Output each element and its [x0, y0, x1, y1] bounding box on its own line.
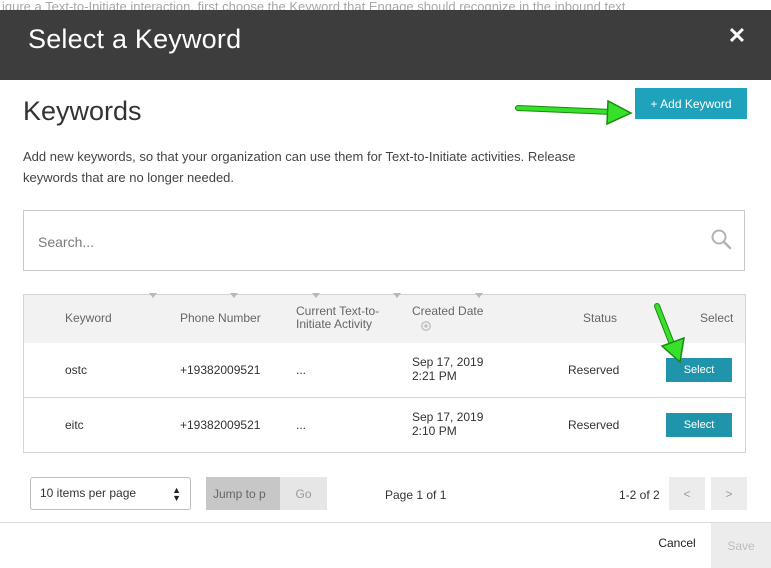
activity-cell: ...	[296, 363, 307, 377]
search-icon[interactable]	[710, 228, 732, 250]
keyword-cell: ostc	[65, 363, 88, 377]
header-created-date[interactable]: Created Date	[412, 305, 483, 334]
footer-divider	[0, 522, 771, 523]
search-box	[23, 210, 745, 271]
item-count: 1-2 of 2	[619, 488, 660, 502]
items-per-page-value: 10 items per page	[40, 486, 137, 500]
status-cell: Reserved	[568, 363, 620, 377]
add-keyword-button[interactable]: + Add Keyword	[635, 88, 747, 119]
modal-title: Select a Keyword	[28, 24, 242, 54]
save-button[interactable]: Save	[711, 523, 771, 568]
table-row: eitc +19382009521 ... Sep 17, 2019 2:10 …	[24, 398, 745, 452]
created-time: 2:10 PM	[412, 424, 457, 438]
close-icon[interactable]: ✕	[727, 25, 747, 47]
page-title: Keywords	[23, 96, 142, 126]
table-header: Keyword Phone Number Current Text-to- In…	[24, 293, 745, 344]
header-created-label: Created Date	[412, 304, 484, 318]
phone-cell: +19382009521	[180, 418, 261, 432]
sort-caret-icon[interactable]	[475, 293, 483, 298]
cancel-button[interactable]: Cancel	[649, 528, 705, 558]
status-cell: Reserved	[568, 418, 620, 432]
search-input[interactable]	[36, 229, 680, 255]
select-arrows-icon: ▲ ▼	[172, 485, 181, 503]
header-activity-line2: Initiate Activity	[296, 317, 373, 331]
sort-caret-icon[interactable]	[149, 293, 157, 298]
sort-caret-icon[interactable]	[312, 293, 320, 298]
sort-caret-icon[interactable]	[393, 293, 401, 298]
modal-header: Select a Keyword ✕	[0, 10, 771, 80]
select-button[interactable]: Select	[666, 358, 732, 382]
created-date: Sep 17, 2019	[412, 355, 484, 369]
go-button[interactable]: Go	[280, 477, 327, 510]
page-indicator: Page 1 of 1	[385, 488, 447, 502]
items-per-page-select[interactable]: 10 items per page ▲ ▼	[30, 477, 191, 510]
table-row: ostc +19382009521 ... Sep 17, 2019 2:21 …	[24, 343, 745, 398]
header-select: Select	[700, 311, 734, 325]
header-phone-number[interactable]: Phone Number	[180, 312, 261, 325]
keywords-table: Keyword Phone Number Current Text-to- In…	[23, 293, 746, 453]
next-page-button[interactable]: >	[711, 477, 747, 510]
phone-cell: +19382009521	[180, 363, 261, 377]
header-current-activity[interactable]: Current Text-to- Initiate Activity	[296, 305, 379, 331]
jump-to-page-input[interactable]	[206, 477, 280, 510]
select-button[interactable]: Select	[666, 413, 732, 437]
sort-circle-icon[interactable]	[421, 321, 431, 331]
prev-page-button[interactable]: <	[669, 477, 705, 510]
header-status[interactable]: Status	[583, 312, 617, 325]
activity-cell: ...	[296, 418, 307, 432]
created-time: 2:21 PM	[412, 369, 457, 383]
created-date: Sep 17, 2019	[412, 410, 484, 424]
keyword-cell: eitc	[65, 418, 84, 432]
created-date-cell: Sep 17, 2019 2:21 PM	[412, 355, 483, 383]
header-keyword[interactable]: Keyword	[65, 312, 112, 325]
sort-caret-icon[interactable]	[230, 293, 238, 298]
description-text: Add new keywords, so that your organizat…	[23, 149, 576, 185]
created-date-cell: Sep 17, 2019 2:10 PM	[412, 410, 483, 438]
